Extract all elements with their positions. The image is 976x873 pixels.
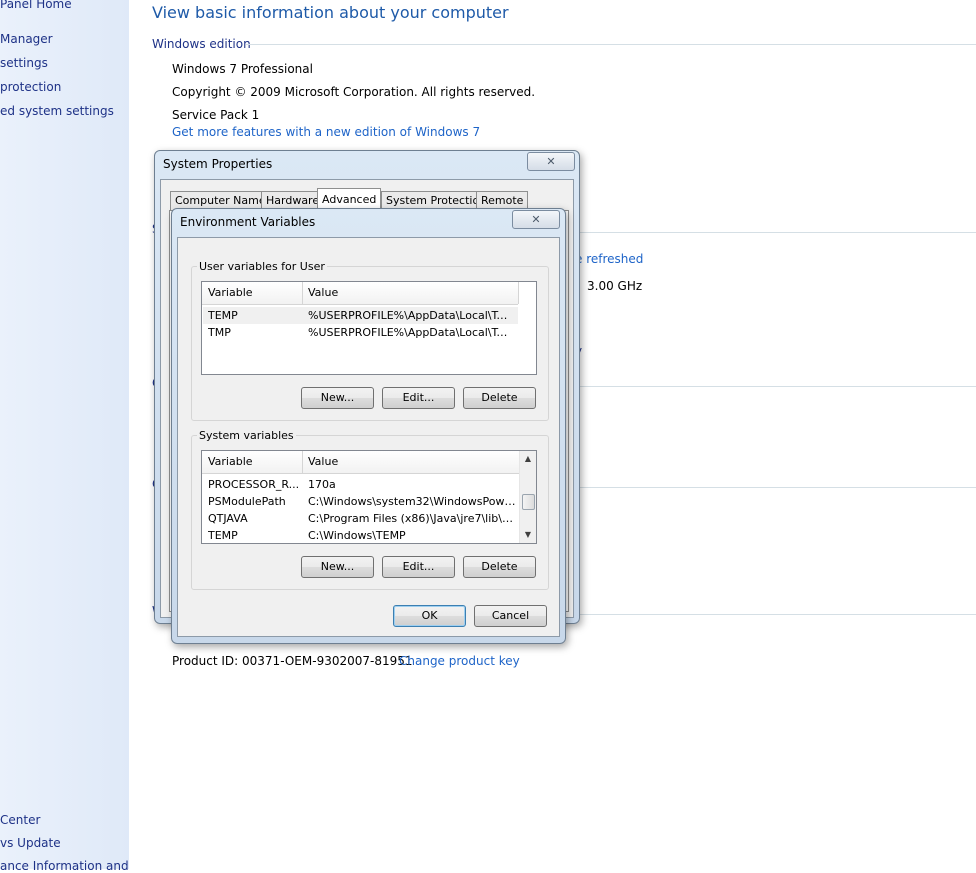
left-navigation-pane: Panel Home Manager settings protection e… — [0, 0, 129, 873]
system-new-button[interactable]: New... — [301, 556, 374, 578]
cancel-button[interactable]: Cancel — [474, 605, 547, 627]
system-variables-list[interactable]: Variable Value PROCESSOR_R... 170a PSMod… — [201, 450, 537, 544]
cell-value: %USERPROFILE%\AppData\Local\Temp — [308, 326, 513, 339]
nav-performance-information[interactable]: ance Information and — [0, 859, 129, 873]
processor-speed-text: 3.00 GHz — [587, 279, 643, 293]
section-divider — [565, 614, 976, 615]
user-new-button[interactable]: New... — [301, 387, 374, 409]
nav-control-panel-home[interactable]: Panel Home — [0, 0, 72, 11]
environment-variables-body: User variables for User Variable Value T… — [177, 237, 560, 637]
scrollbar-thumb[interactable] — [522, 494, 535, 510]
get-more-features-link[interactable]: Get more features with a new edition of … — [172, 125, 480, 139]
table-row[interactable]: TEMP C:\Windows\TEMP — [203, 527, 518, 543]
section-divider — [246, 44, 976, 45]
list-header: Variable Value — [202, 282, 519, 305]
table-row[interactable]: PROCESSOR_R... 170a — [203, 476, 518, 493]
cell-variable: QTJAVA — [208, 512, 248, 525]
nav-device-manager[interactable]: Manager — [0, 32, 53, 46]
windows-edition-heading: Windows edition — [152, 37, 251, 51]
table-row[interactable]: PSModulePath C:\Windows\system32\Windows… — [203, 493, 518, 510]
service-pack-text: Service Pack 1 — [172, 108, 260, 122]
user-variables-label: User variables for User — [197, 260, 327, 273]
system-variables-label: System variables — [197, 429, 296, 442]
user-variables-list[interactable]: Variable Value TEMP %USERPROFILE%\AppDat… — [201, 281, 537, 375]
column-header-value[interactable]: Value — [302, 451, 338, 473]
scroll-down-arrow-icon[interactable]: ▼ — [520, 527, 536, 543]
cell-value: C:\Program Files (x86)\Java\jre7\lib\ext… — [308, 512, 516, 525]
nav-advanced-system-settings[interactable]: ed system settings — [0, 104, 114, 118]
column-header-variable[interactable]: Variable — [202, 282, 253, 304]
page-title: View basic information about your comput… — [152, 3, 509, 22]
column-separator — [518, 282, 519, 304]
cell-variable: TEMP — [208, 529, 238, 542]
nav-system-protection[interactable]: protection — [0, 80, 61, 94]
system-properties-close-button[interactable]: ✕ — [527, 152, 575, 171]
user-delete-button[interactable]: Delete — [463, 387, 536, 409]
table-row[interactable]: TMP %USERPROFILE%\AppData\Local\Temp — [203, 324, 518, 341]
environment-variables-title: Environment Variables — [180, 215, 316, 229]
cell-variable: TMP — [208, 326, 231, 339]
close-icon: ✕ — [546, 155, 556, 168]
change-product-key-link[interactable]: Change product key — [399, 654, 520, 668]
user-edit-button[interactable]: Edit... — [382, 387, 455, 409]
system-variables-scrollbar[interactable]: ▲ ▼ — [519, 451, 536, 543]
column-header-variable[interactable]: Variable — [202, 451, 253, 473]
nav-windows-update[interactable]: vs Update — [0, 836, 61, 850]
ok-button[interactable]: OK — [393, 605, 466, 627]
nav-remote-settings[interactable]: settings — [0, 56, 48, 70]
cell-value: %USERPROFILE%\AppData\Local\Temp — [308, 309, 513, 322]
list-header: Variable Value — [202, 451, 519, 474]
close-icon: ✕ — [531, 213, 541, 226]
column-header-value[interactable]: Value — [302, 282, 338, 304]
table-row[interactable]: QTJAVA C:\Program Files (x86)\Java\jre7\… — [203, 510, 518, 527]
section-divider — [565, 386, 976, 387]
cell-value: C:\Windows\TEMP — [308, 529, 406, 542]
scroll-up-arrow-icon[interactable]: ▲ — [520, 451, 536, 467]
system-delete-button[interactable]: Delete — [463, 556, 536, 578]
system-properties-title: System Properties — [163, 157, 273, 171]
copyright-text: Copyright © 2009 Microsoft Corporation. … — [172, 85, 536, 99]
section-divider — [575, 232, 976, 233]
section-divider — [565, 487, 976, 488]
environment-variables-close-button[interactable]: ✕ — [512, 210, 560, 229]
cell-variable: PROCESSOR_R... — [208, 478, 300, 491]
windows-edition-name: Windows 7 Professional — [172, 62, 313, 76]
tab-advanced[interactable]: Advanced — [317, 188, 382, 210]
cell-variable: TEMP — [208, 309, 238, 322]
system-edit-button[interactable]: Edit... — [382, 556, 455, 578]
nav-action-center[interactable]: Center — [0, 813, 40, 827]
cell-value: C:\Windows\system32\WindowsPowerS... — [308, 495, 516, 508]
product-id-text: Product ID: 00371-OEM-9302007-81951 — [172, 654, 413, 668]
cell-variable: PSModulePath — [208, 495, 286, 508]
rating-refresh-link[interactable]: e refreshed — [575, 252, 643, 266]
cell-value: 170a — [308, 478, 336, 491]
environment-variables-window: Environment Variables ✕ User variables f… — [171, 208, 566, 644]
table-row[interactable]: TEMP %USERPROFILE%\AppData\Local\Temp — [203, 307, 518, 324]
